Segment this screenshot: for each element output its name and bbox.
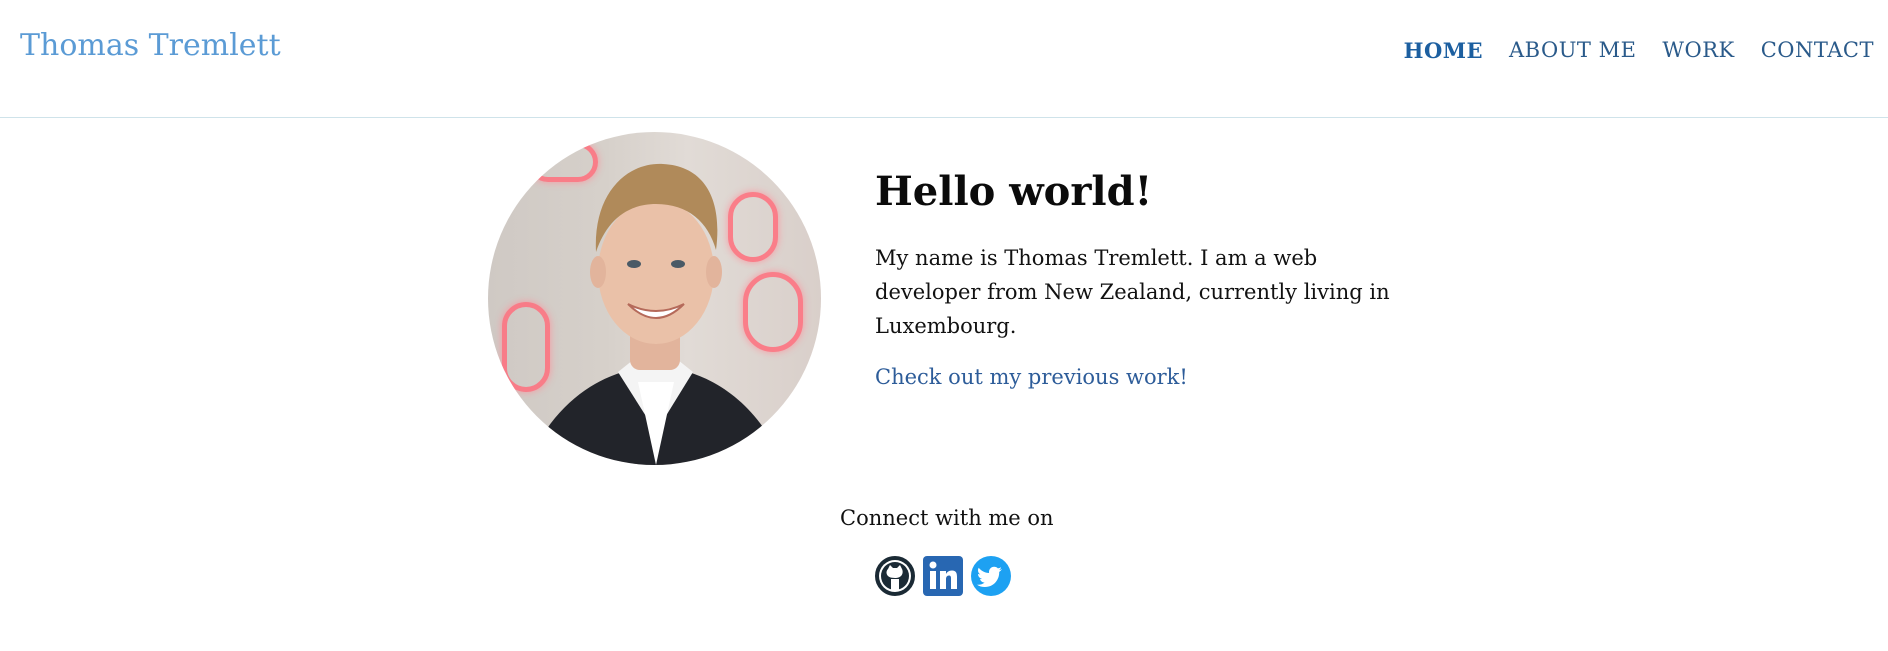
nav-home[interactable]: HOME	[1404, 38, 1483, 63]
page-title: Hello world!	[875, 168, 1153, 215]
connect-label: Connect with me on	[840, 506, 1054, 530]
portrait-figure	[528, 163, 783, 465]
social-links	[874, 555, 1012, 597]
github-icon	[875, 556, 915, 596]
nav-work[interactable]: WORK	[1662, 38, 1734, 63]
site-brand-link[interactable]: Thomas Tremlett	[20, 28, 281, 63]
intro-section: Hello world! My name is Thomas Tremlett.…	[875, 168, 1395, 389]
linkedin-link[interactable]	[922, 555, 964, 597]
twitter-icon	[971, 556, 1011, 596]
nav-contact[interactable]: CONTACT	[1761, 38, 1874, 63]
profile-photo	[488, 132, 821, 465]
site-header: Thomas Tremlett HOME ABOUT ME WORK CONTA…	[0, 0, 1888, 118]
twitter-link[interactable]	[970, 555, 1012, 597]
github-link[interactable]	[874, 555, 916, 597]
intro-paragraph: My name is Thomas Tremlett. I am a web d…	[875, 246, 1390, 338]
nav-about-me[interactable]: ABOUT ME	[1509, 38, 1636, 63]
linkedin-icon	[923, 556, 963, 596]
previous-work-link[interactable]: Check out my previous work!	[875, 365, 1395, 389]
main-nav: HOME ABOUT ME WORK CONTACT	[1404, 38, 1874, 63]
